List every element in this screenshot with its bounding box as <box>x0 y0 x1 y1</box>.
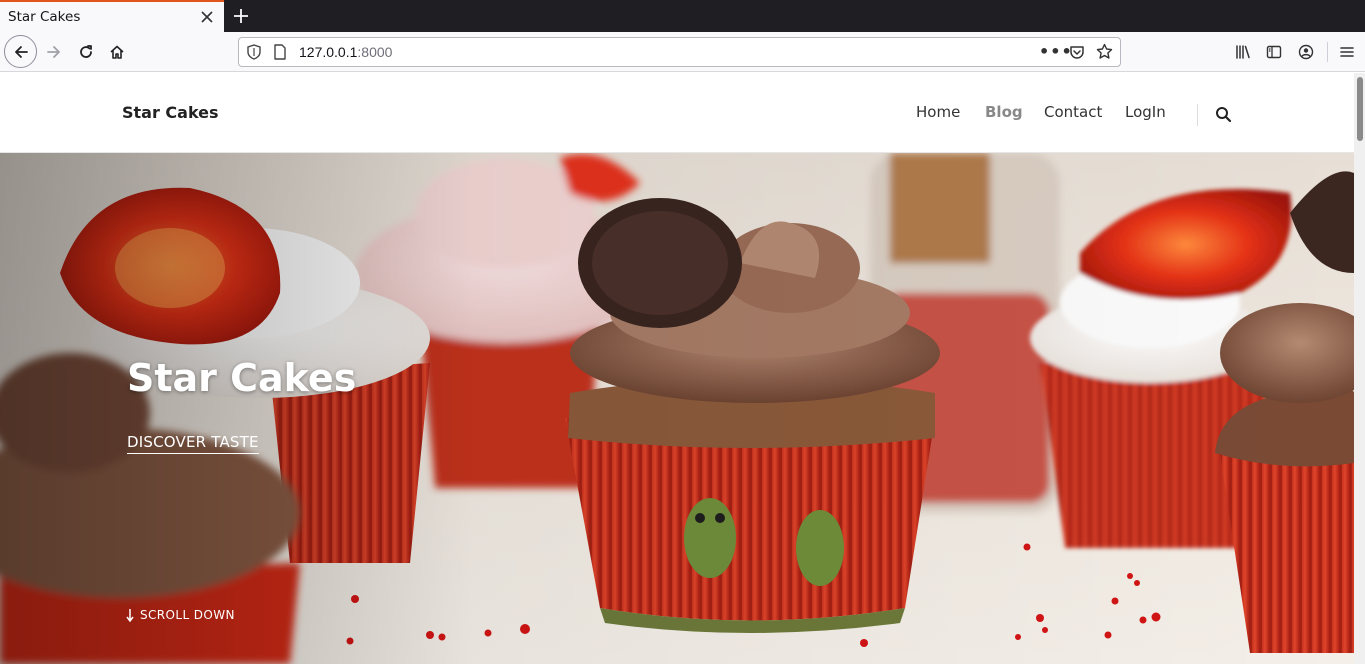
scrollbar-thumb[interactable] <box>1357 77 1363 141</box>
hero-cupcake-image <box>0 153 1354 664</box>
arrow-down-icon <box>126 608 134 622</box>
nav-link-blog[interactable]: Blog <box>985 103 1023 121</box>
tab-bar: Star Cakes <box>0 0 1365 32</box>
nav-divider <box>1197 104 1198 126</box>
nav-link-login[interactable]: LogIn <box>1125 103 1166 121</box>
url-host: 127.0.0.1 <box>299 44 358 60</box>
url-port: :8000 <box>357 44 393 60</box>
back-icon[interactable] <box>4 35 37 68</box>
search-icon[interactable] <box>1215 106 1232 127</box>
nav-link-contact[interactable]: Contact <box>1044 103 1102 121</box>
home-icon[interactable] <box>101 36 133 68</box>
sidebar-icon[interactable] <box>1258 36 1290 68</box>
shield-icon[interactable] <box>247 44 261 64</box>
more-icon[interactable]: ••• <box>1039 42 1073 61</box>
nav-link-home[interactable]: Home <box>916 103 960 121</box>
page-scrollbar[interactable] <box>1354 73 1365 664</box>
site-header: Star Cakes Home Blog Contact LogIn <box>0 73 1354 153</box>
pocket-icon[interactable] <box>1069 44 1085 64</box>
close-icon[interactable] <box>198 8 216 26</box>
plus-icon[interactable] <box>229 4 253 28</box>
scroll-down-label: SCROLL DOWN <box>140 608 235 622</box>
hero-title: Star Cakes <box>127 356 357 400</box>
url-bar[interactable]: 127.0.0.1:8000 ••• <box>238 37 1121 67</box>
tab-title: Star Cakes <box>8 9 81 25</box>
page-viewport: Star Cakes Home Blog Contact LogIn Star … <box>0 73 1354 664</box>
url-text[interactable]: 127.0.0.1:8000 <box>299 44 392 60</box>
library-icon[interactable] <box>1227 36 1259 68</box>
discover-taste-link[interactable]: DISCOVER TASTE <box>127 433 259 454</box>
scroll-down-button[interactable]: SCROLL DOWN <box>126 608 235 622</box>
star-icon[interactable] <box>1096 43 1113 64</box>
account-icon[interactable] <box>1290 36 1322 68</box>
forward-icon[interactable] <box>38 36 70 68</box>
reload-icon[interactable] <box>70 36 102 68</box>
menu-icon[interactable] <box>1331 36 1363 68</box>
browser-toolbar: 127.0.0.1:8000 ••• <box>0 32 1365 72</box>
browser-tab[interactable]: Star Cakes <box>0 0 224 32</box>
page-icon[interactable] <box>273 44 287 64</box>
toolbar-divider <box>1327 42 1328 62</box>
site-logo[interactable]: Star Cakes <box>122 103 219 122</box>
hero-section: Star Cakes DISCOVER TASTE SCROLL DOWN <box>0 153 1354 664</box>
